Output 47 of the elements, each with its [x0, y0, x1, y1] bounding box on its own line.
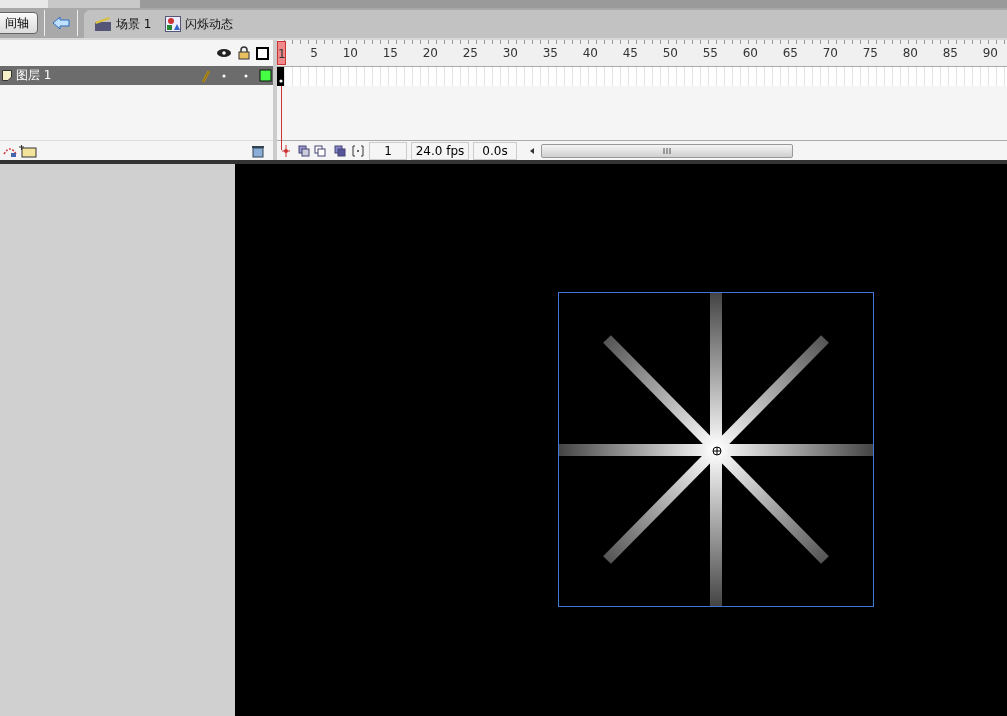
frame-number[interactable]: 15: [358, 41, 398, 65]
layer-name: 图层 1: [16, 67, 52, 84]
layer-color-square-icon[interactable]: [259, 68, 273, 83]
frame-number[interactable]: 40: [558, 41, 598, 65]
symbol-icon: [165, 16, 182, 32]
center-frame-icon[interactable]: [279, 143, 293, 158]
frame-number[interactable]: 70: [798, 41, 838, 65]
lock-icon[interactable]: [238, 46, 250, 60]
keyframe[interactable]: [277, 67, 284, 86]
breadcrumb-item[interactable]: 场景 1: [94, 15, 152, 33]
current-frame: 1: [369, 141, 407, 160]
clapperboard-icon: [94, 16, 112, 32]
edit-multiple-frames-icon[interactable]: [333, 143, 347, 158]
layer-icon: [2, 70, 12, 81]
horizontal-scrollbar-thumb[interactable]: [541, 143, 793, 158]
frame-number[interactable]: 90: [958, 41, 998, 65]
frame-number[interactable]: 20: [398, 41, 438, 65]
keyframe-dot-icon: [278, 79, 283, 83]
onion-skin-icons-drawing[interactable]: [297, 143, 329, 158]
onion-markers-icon[interactable]: [351, 143, 365, 158]
selected-starburst-drawing[interactable]: [558, 292, 874, 607]
frame-track[interactable]: [277, 67, 1007, 86]
eye-icon[interactable]: [216, 47, 232, 59]
trash-icon[interactable]: [251, 143, 265, 158]
frame-number[interactable]: 60: [718, 41, 758, 65]
back-arrow-icon[interactable]: [51, 15, 71, 31]
frame-number[interactable]: 1: [277, 41, 286, 65]
frame-number[interactable]: 10: [318, 41, 358, 65]
frame-number[interactable]: 75: [838, 41, 878, 65]
pencil-icon: [201, 68, 211, 83]
frame-number[interactable]: 55: [678, 41, 718, 65]
elapsed-time: 0.0s: [473, 141, 517, 160]
add-layer-icons-drawing[interactable]: [2, 143, 38, 158]
frame-number[interactable]: 80: [878, 41, 918, 65]
timeline-button[interactable]: 间轴: [0, 12, 38, 34]
frame-rate: 24.0 fps: [411, 141, 469, 160]
frame-number[interactable]: 30: [478, 41, 518, 65]
breadcrumb-item[interactable]: 闪烁动态: [165, 15, 234, 33]
layer-row[interactable]: 图层 1: [0, 66, 273, 85]
frame-number[interactable]: 65: [758, 41, 798, 65]
frame-number[interactable]: 45: [598, 41, 638, 65]
outline-icon[interactable]: [256, 46, 269, 60]
frame-number[interactable]: 5: [286, 41, 318, 65]
frame-number[interactable]: 25: [438, 41, 478, 65]
frame-number[interactable]: 85: [918, 41, 958, 65]
frame-number[interactable]: 50: [638, 41, 678, 65]
frame-number[interactable]: 35: [518, 41, 558, 65]
